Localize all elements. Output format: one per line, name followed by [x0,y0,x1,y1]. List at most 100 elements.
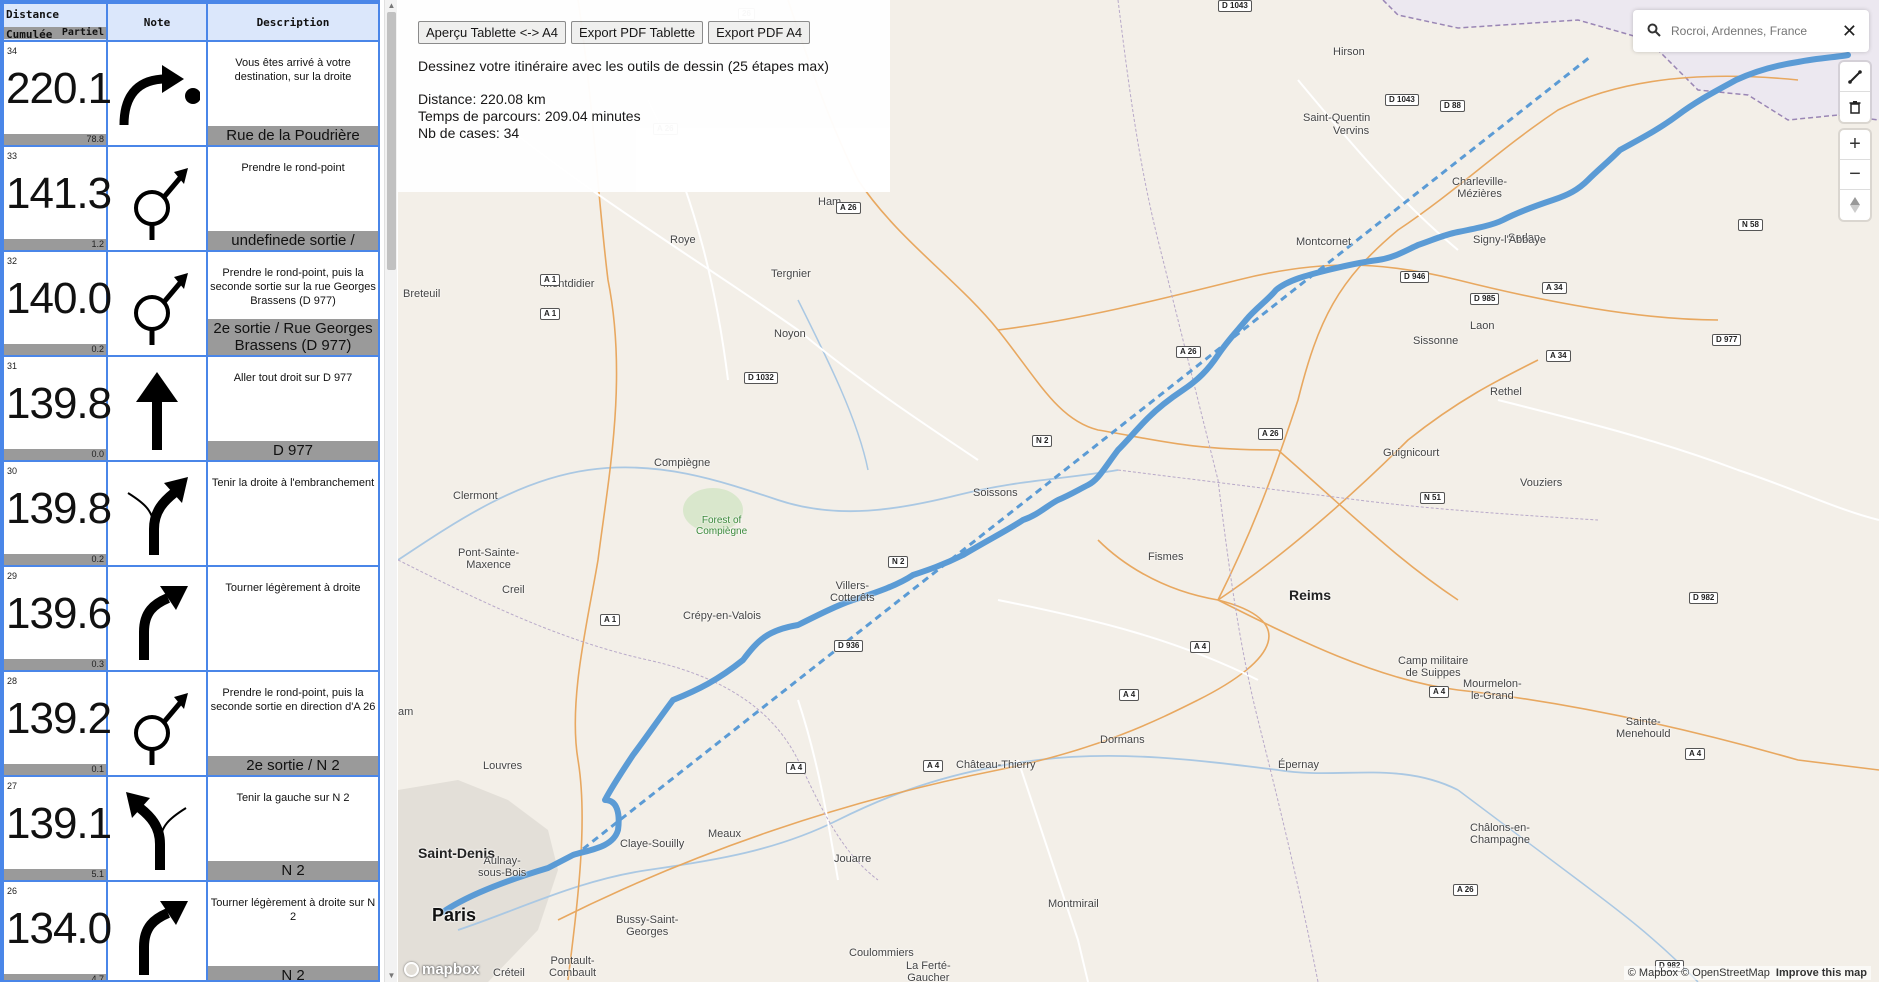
roadbook-table: Distance Cumulée Partiel Note Descriptio… [2,2,378,980]
zoom-out-button[interactable]: − [1840,160,1870,190]
city-label: La Ferté- Gaucher [906,960,951,982]
description-cell: Aller tout droit sur D 977 D 977 [206,355,378,462]
route-cases: Nb de cases: 34 [418,125,520,141]
road-shield: A 34 [1546,350,1571,362]
instruction-text: Tenir la gauche sur N 2 [236,792,350,804]
trash-button[interactable] [1840,92,1870,122]
roundabout-icon [134,272,188,345]
map-canvas[interactable]: Hirson Saint-Quentin Vervins Charleville- M… [398,0,1879,982]
city-label: Crépy-en-Valois [683,610,762,622]
roadbook-row[interactable]: 27 139.1 5.1 Tenir la gauche sur N 2 N 2 [2,775,378,882]
road-shield: A 4 [923,760,944,772]
description-cell: Prendre le rond-point, puis la seconde s… [206,250,378,357]
partial-distance: 1.2 [4,239,106,250]
close-icon[interactable]: ✕ [1842,21,1857,41]
info-panel: Aperçu Tablette <-> A4 Export PDF Tablet… [398,0,890,192]
road-shield: A 1 [600,614,621,626]
roadbook-row[interactable]: 28 139.2 0.1 Prendre le rond-point, puis la… [2,670,378,777]
partial-distance: 0.3 [4,659,106,670]
instruction-text: Tourner légèrement à droite sur N 2 [210,897,376,923]
city-label: Pont-Sainte- Maxence [458,547,520,571]
city-label: Meaux [708,828,742,840]
export-toolbar: Aperçu Tablette <-> A4 Export PDF Tablet… [418,21,811,44]
header-description: Description [206,2,378,42]
city-label: Vouziers [1520,477,1563,489]
step-index: 27 [7,781,18,791]
city-label: Pontault- Combault [549,955,597,979]
zoom-in-button[interactable]: + [1840,130,1870,160]
distance-cell: 32 140.0 0.2 [2,250,112,357]
distance-cell: 31 139.8 0.0 [2,355,112,462]
roadbook-row[interactable]: 33 141.3 1.2 Prendre le rond-point undefined… [2,145,378,252]
roadbook-row[interactable]: 32 140.0 0.2 Prendre le rond-point, puis la… [2,250,378,357]
straight-arrow-icon [136,371,178,450]
road-shield: A 4 [1429,686,1450,698]
city-label: Soissons [973,487,1018,499]
mapbox-logo-icon [404,962,419,977]
partial-distance: 5.1 [4,869,106,880]
note-cell [106,880,208,980]
distance-cell: 29 139.6 0.3 [2,565,112,672]
road-name: 2e sortie / Rue Georges Brassens (D 977) [208,319,378,355]
instruction-text: Aller tout droit sur D 977 [233,372,353,384]
improve-map-link[interactable]: Improve this map [1776,967,1867,979]
drawing-instruction: Dessinez votre itinéraire avec les outil… [418,58,829,74]
city-label: Vervins [1333,125,1370,137]
arrive-right-icon [119,64,200,125]
note-cell [106,250,208,357]
instruction-text: Prendre le rond-point, puis la seconde s… [210,267,376,307]
city-label: Bussy-Saint- Georges [616,914,679,938]
export-pdf-tablet-button[interactable]: Export PDF Tablette [571,21,704,44]
geocoder-search: ✕ [1633,10,1869,52]
roadbook-row[interactable]: 30 139.8 0.2 Tenir la droite à l'embranchem… [2,460,378,567]
attribution-text: © Mapbox © OpenStreetMap [1627,967,1770,979]
instruction-text: Prendre le rond-point [241,162,345,174]
city-label: Dormans [1100,734,1145,746]
step-index: 32 [7,256,18,266]
road-name: 2e sortie / N 2 [208,756,378,775]
road-shield: A 4 [1190,641,1211,653]
step-index: 28 [7,676,18,686]
scroll-up-icon[interactable]: ▲ [387,1,396,11]
roundabout-icon [134,167,188,240]
city-label: Charleville- Mézières [1452,176,1508,200]
roadbook-row[interactable]: 26 134.0 4.7 Tourner légèrement à droite su… [2,880,378,980]
draw-line-button[interactable] [1840,62,1870,92]
mapbox-logo[interactable]: mapbox [404,961,480,978]
roadbook-row[interactable]: 29 139.6 0.3 Tourner légèrement à droite [2,565,378,672]
export-pdf-a4-button[interactable]: Export PDF A4 [708,21,811,44]
distance-cell: 27 139.1 5.1 [2,775,112,882]
road-shield: D 985 [1470,293,1500,305]
fork-left-icon [126,791,189,870]
trash-icon [1849,101,1861,114]
cumulative-distance: 134.0 [6,904,112,953]
description-cell: Tourner légèrement à droite [206,565,378,672]
road-shield: N 2 [1032,435,1053,447]
city-label: Aulnay- sous-Bois [478,855,527,879]
city-label: Claye-Souilly [620,838,685,850]
city-label: Saint-Quentin [1303,112,1371,124]
cumulative-distance: 140.0 [6,274,112,323]
route-stats: Distance: 220.08 km Temps de parcours: 2… [418,91,641,142]
city-label: Hirson [1333,46,1365,58]
step-index: 33 [7,151,18,161]
route-time: Temps de parcours: 209.04 minutes [418,108,641,124]
partial-distance: 4.7 [4,974,106,980]
scroll-down-icon[interactable]: ▼ [387,971,396,981]
fork-right-icon [125,476,188,555]
route-distance: Distance: 220.08 km [418,91,546,107]
roadbook-row[interactable]: 31 139.8 0.0 Aller tout droit sur D 977 D 97… [2,355,378,462]
note-cell [106,775,208,882]
cumulative-distance: 141.3 [6,169,112,218]
distance-cell: 26 134.0 4.7 [2,880,112,980]
plus-icon: + [1849,133,1861,155]
description-cell: Tenir la droite à l'embranchement [206,460,378,567]
mapbox-logo-text: mapbox [422,961,480,978]
search-input[interactable] [1671,21,1831,41]
compass-button[interactable] [1840,190,1870,220]
preview-toggle-button[interactable]: Aperçu Tablette <-> A4 [418,21,567,44]
scrollbar-thumb[interactable] [387,12,396,270]
roadbook-scrollbar[interactable]: ▲ ▼ [384,0,397,982]
road-shield: D 1043 [1385,94,1419,106]
roadbook-row[interactable]: 34 220.1 78.8 Vous êtes arrivé à votre dest… [2,40,378,147]
